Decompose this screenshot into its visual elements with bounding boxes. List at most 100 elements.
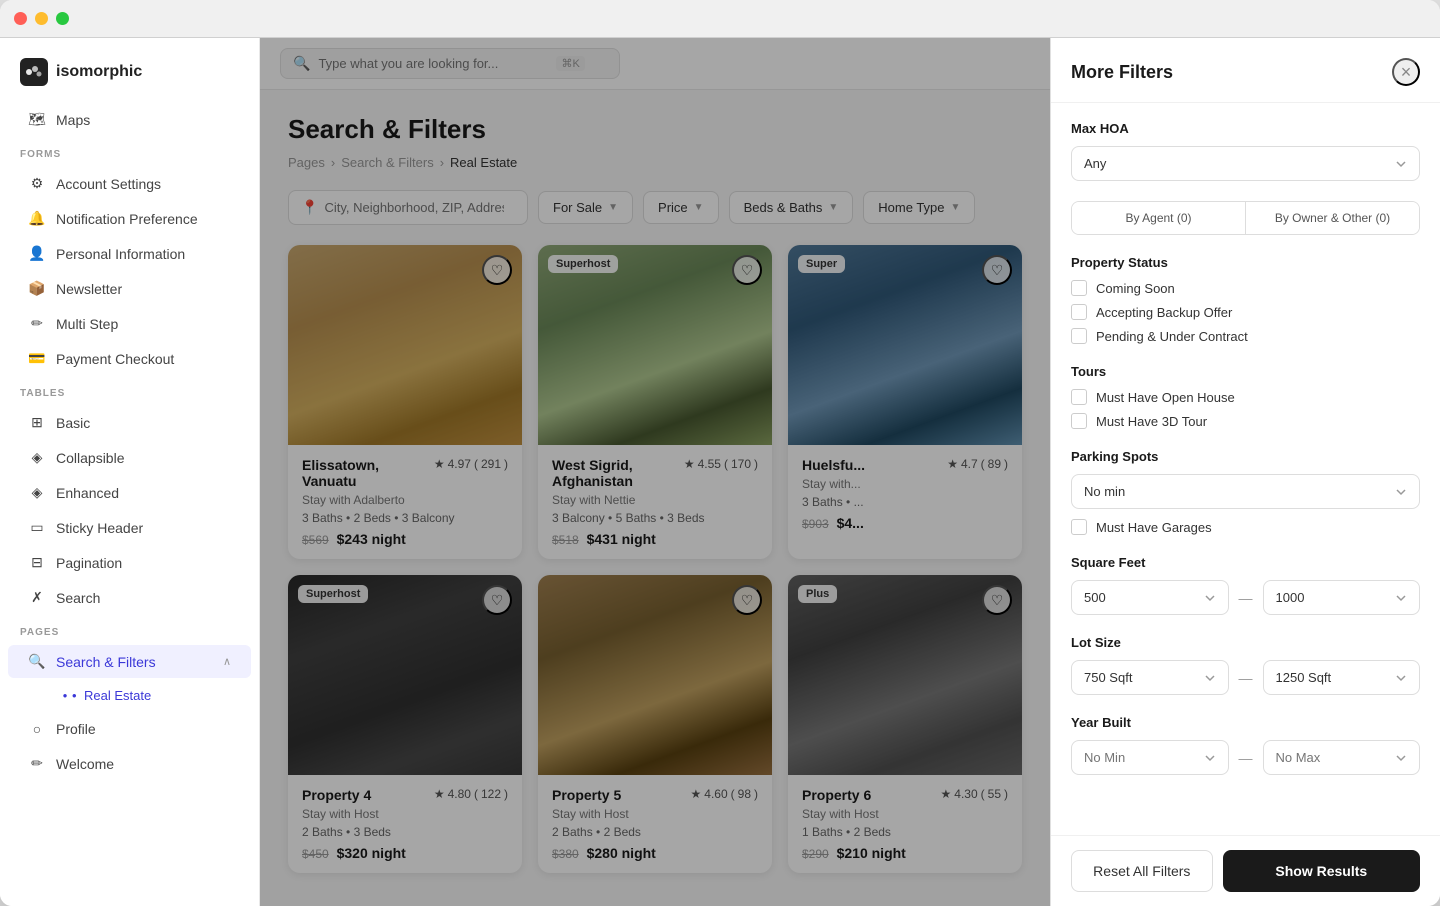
personal-icon: 👤 (28, 245, 46, 262)
search-filters-submenu: ● Real Estate (0, 679, 259, 712)
sidebar-item-notification-preference[interactable]: 🔔 Notification Preference (8, 202, 251, 235)
coming-soon-checkbox[interactable] (1071, 280, 1087, 296)
collapsible-icon: ◈ (28, 449, 46, 466)
accepting-backup-item[interactable]: Accepting Backup Offer (1071, 304, 1420, 320)
maximize-button[interactable] (56, 12, 69, 25)
sidebar: isomorphic 🗺 Maps FORMS ⚙ Account Settin… (0, 38, 260, 906)
pending-contract-checkbox[interactable] (1071, 328, 1087, 344)
sidebar-item-sticky-header[interactable]: ▭ Sticky Header (8, 511, 251, 544)
close-button[interactable] (14, 12, 27, 25)
must-have-garages-item[interactable]: Must Have Garages (1071, 519, 1420, 535)
lot-size-label: Lot Size (1071, 635, 1420, 650)
year-built-range: — (1071, 740, 1420, 775)
3d-tour-item[interactable]: Must Have 3D Tour (1071, 413, 1420, 429)
open-house-item[interactable]: Must Have Open House (1071, 389, 1420, 405)
basic-label: Basic (56, 415, 90, 431)
maps-icon: 🗺 (28, 111, 46, 128)
sidebar-item-multi-step[interactable]: ✏ Multi Step (8, 307, 251, 340)
profile-label: Profile (56, 721, 96, 737)
parking-spots-section: Parking Spots No min 1 2 3+ Must Have Ga… (1071, 449, 1420, 535)
newsletter-label: Newsletter (56, 281, 122, 297)
accepting-backup-checkbox[interactable] (1071, 304, 1087, 320)
year-built-min-input[interactable] (1071, 740, 1229, 775)
tours-section: Tours Must Have Open House Must Have 3D … (1071, 364, 1420, 429)
reset-filters-button[interactable]: Reset All Filters (1071, 850, 1213, 892)
sidebar-item-search[interactable]: ✗ Search (8, 581, 251, 614)
sidebar-item-search-filters[interactable]: 🔍 Search & Filters ∧ (8, 645, 251, 678)
panel-header: More Filters × (1051, 38, 1440, 103)
panel-close-button[interactable]: × (1392, 58, 1420, 86)
sticky-label: Sticky Header (56, 520, 143, 536)
sidebar-item-pagination[interactable]: ⊟ Pagination (8, 546, 251, 579)
sidebar-item-welcome[interactable]: ✏ Welcome (8, 747, 251, 780)
real-estate-label: Real Estate (84, 688, 151, 703)
sidebar-item-enhanced[interactable]: ◈ Enhanced (8, 476, 251, 509)
sidebar-item-payment-checkout[interactable]: 💳 Payment Checkout (8, 342, 251, 375)
sticky-icon: ▭ (28, 519, 46, 536)
square-feet-max-input[interactable] (1263, 580, 1421, 615)
enhanced-icon: ◈ (28, 484, 46, 501)
lot-size-min-select[interactable]: 750 Sqft 500 Sqft 1000 Sqft (1071, 660, 1229, 695)
search-table-label: Search (56, 590, 100, 606)
minimize-button[interactable] (35, 12, 48, 25)
sidebar-item-maps[interactable]: 🗺 Maps (8, 103, 251, 136)
year-built-max (1263, 740, 1421, 775)
sidebar-item-personal-information[interactable]: 👤 Personal Information (8, 237, 251, 270)
max-hoa-label: Max HOA (1071, 121, 1420, 136)
3d-tour-checkbox[interactable] (1071, 413, 1087, 429)
sidebar-item-profile[interactable]: ○ Profile (8, 713, 251, 745)
square-feet-min-input[interactable] (1071, 580, 1229, 615)
basic-icon: ⊞ (28, 414, 46, 431)
more-filters-panel: More Filters × Max HOA Any $100/mo $200/… (1050, 38, 1440, 906)
range-dash: — (1239, 750, 1253, 766)
must-have-garages-label: Must Have Garages (1096, 520, 1212, 535)
content-overlay (260, 38, 1050, 906)
tours-label: Tours (1071, 364, 1420, 379)
max-hoa-section: Max HOA Any $100/mo $200/mo $500/mo (1071, 121, 1420, 181)
3d-tour-label: Must Have 3D Tour (1096, 414, 1207, 429)
max-hoa-select[interactable]: Any $100/mo $200/mo $500/mo (1071, 146, 1420, 181)
account-settings-icon: ⚙ (28, 175, 46, 192)
tables-section-label: TABLES (0, 376, 259, 405)
open-house-checkbox[interactable] (1071, 389, 1087, 405)
range-dash: — (1239, 670, 1253, 686)
enhanced-label: Enhanced (56, 485, 119, 501)
pagination-icon: ⊟ (28, 554, 46, 571)
pending-under-contract-item[interactable]: Pending & Under Contract (1071, 328, 1420, 344)
sidebar-item-basic[interactable]: ⊞ Basic (8, 406, 251, 439)
sidebar-item-newsletter[interactable]: 📦 Newsletter (8, 272, 251, 305)
notification-icon: 🔔 (28, 210, 46, 227)
panel-title: More Filters (1071, 62, 1173, 83)
must-have-garages-checkbox[interactable] (1071, 519, 1087, 535)
year-built-min (1071, 740, 1229, 775)
by-owner-button[interactable]: By Owner & Other (0) (1245, 202, 1419, 234)
multistep-label: Multi Step (56, 316, 118, 332)
accepting-backup-label: Accepting Backup Offer (1096, 305, 1232, 320)
payment-label: Payment Checkout (56, 351, 174, 367)
open-house-label: Must Have Open House (1096, 390, 1235, 405)
lot-size-max: 1250 Sqft 1000 Sqft 2000 Sqft (1263, 660, 1421, 695)
lot-size-section: Lot Size 750 Sqft 500 Sqft 1000 Sqft — (1071, 635, 1420, 695)
notification-label: Notification Preference (56, 211, 198, 227)
search-filters-label: Search & Filters (56, 654, 156, 670)
logo-icon (20, 58, 48, 86)
sidebar-item-real-estate[interactable]: ● Real Estate (36, 680, 251, 711)
year-built-max-input[interactable] (1263, 740, 1421, 775)
parking-spots-select[interactable]: No min 1 2 3+ (1071, 474, 1420, 509)
sidebar-item-collapsible[interactable]: ◈ Collapsible (8, 441, 251, 474)
collapsible-label: Collapsible (56, 450, 124, 466)
real-estate-icon: ● (56, 691, 74, 700)
sidebar-item-account-settings[interactable]: ⚙ Account Settings (8, 167, 251, 200)
welcome-label: Welcome (56, 756, 114, 772)
account-settings-label: Account Settings (56, 176, 161, 192)
property-status-label: Property Status (1071, 255, 1420, 270)
coming-soon-item[interactable]: Coming Soon (1071, 280, 1420, 296)
by-agent-button[interactable]: By Agent (0) (1072, 202, 1245, 234)
profile-icon: ○ (28, 721, 46, 737)
lot-size-range: 750 Sqft 500 Sqft 1000 Sqft — 1250 Sqft … (1071, 660, 1420, 695)
payment-icon: 💳 (28, 350, 46, 367)
main-layout: isomorphic 🗺 Maps FORMS ⚙ Account Settin… (0, 38, 1440, 906)
lot-size-max-select[interactable]: 1250 Sqft 1000 Sqft 2000 Sqft (1263, 660, 1421, 695)
listing-by-toggle: By Agent (0) By Owner & Other (0) (1071, 201, 1420, 235)
show-results-button[interactable]: Show Results (1223, 850, 1420, 892)
